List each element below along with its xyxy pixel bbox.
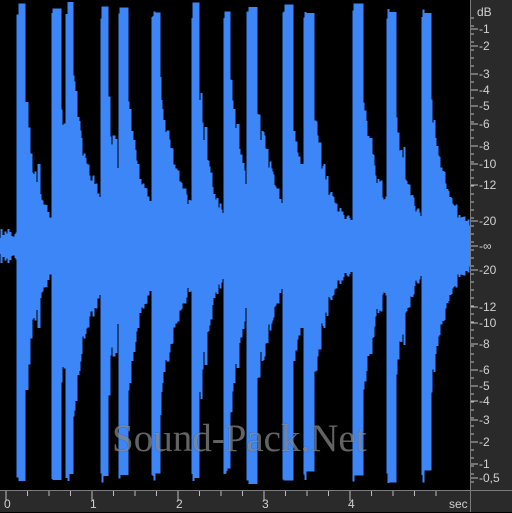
decay-spike: [28, 127, 31, 365]
db-tick-label: -8: [479, 337, 490, 351]
db-ruler: dB -1 -2 -3 -4 -5 -6 -8 -10 -12 -20 -∞ -20 -12 -10 -8 -6…: [470, 0, 512, 490]
time-tick-label: 4: [348, 497, 355, 511]
decay-spike: [293, 130, 296, 362]
decay-spike: [133, 145, 136, 347]
decay-spike: [430, 99, 433, 393]
decay-spike: [129, 136, 132, 356]
db-tick-label: -4: [479, 83, 490, 97]
db-tick-label: -2: [479, 39, 490, 53]
db-tick-label: -1: [479, 22, 490, 36]
db-tick-label: -3: [479, 67, 490, 81]
db-tick-label: -1: [479, 457, 490, 471]
decay-spike: [256, 113, 259, 379]
decay-spike: [168, 149, 171, 343]
db-unit-label: dB: [477, 5, 492, 19]
decay-spike: [311, 106, 315, 386]
db-tick-label: -5: [479, 99, 490, 113]
decay-spike: [231, 100, 234, 392]
db-tick-label: -6: [479, 117, 490, 131]
time-tick-label: 3: [262, 497, 269, 511]
time-tick-label: 0: [4, 497, 11, 511]
decay-spike: [123, 82, 126, 410]
db-tick-label: -4: [479, 394, 490, 408]
time-unit-label: sec: [449, 497, 468, 511]
decay-spike: [298, 156, 301, 336]
decay-spike: [403, 147, 406, 345]
decay-spike: [288, 93, 291, 399]
decay-spike: [135, 160, 138, 332]
decay-spike: [165, 137, 168, 355]
decay-spike: [172, 164, 176, 328]
decay-spike: [359, 111, 363, 381]
ruler-corner: [470, 490, 512, 512]
time-scale-svg: 0 1 2 3 4 sec: [4, 491, 468, 511]
decay-spike: [127, 101, 130, 391]
db-scale-svg: dB-1-2-3-4-5-6-8-10-12-20-∞-20-12-10-8-6…: [471, 5, 500, 485]
audio-waveform-editor: dB -1 -2 -3 -4 -5 -6 -8 -10 -12 -20 -∞ -20 -12 -10 -8 -6…: [0, 0, 512, 512]
db-tick-label: -20: [479, 214, 497, 228]
decay-spike: [300, 164, 304, 328]
decay-spike: [37, 164, 41, 328]
decay-spike: [439, 167, 443, 325]
db-tick-label: -∞: [479, 239, 492, 253]
time-ruler: 0 1 2 3 4 sec: [0, 490, 470, 512]
decay-spike: [78, 139, 81, 353]
time-tick-label: 2: [176, 497, 183, 511]
decay-spike: [60, 115, 63, 377]
decay-spike: [108, 96, 111, 396]
db-tick-label: -2: [479, 435, 490, 449]
decay-spike: [314, 121, 318, 371]
decay-spike: [25, 101, 29, 391]
decay-spike: [434, 160, 438, 332]
decay-spike: [369, 169, 372, 323]
decay-spike: [237, 149, 241, 343]
db-tick-label: -3: [479, 413, 490, 427]
db-tick-label: -12: [479, 178, 497, 192]
decay-spike: [364, 132, 368, 360]
decay-spike: [392, 71, 395, 421]
decay-spike: [243, 178, 246, 314]
decay-spike: [407, 184, 411, 308]
decay-spike: [159, 99, 163, 393]
decay-spike: [210, 172, 213, 320]
decay-spike: [156, 71, 160, 421]
decay-spike: [22, 74, 25, 418]
decay-spike: [200, 92, 203, 400]
decay-spike: [104, 87, 107, 405]
db-tick-label: -0,5: [479, 471, 500, 485]
decay-spike: [204, 153, 208, 339]
decay-spike: [196, 67, 200, 425]
time-tick-label: 1: [90, 497, 97, 511]
decay-spike: [70, 87, 73, 405]
db-tick-label: -10: [479, 157, 497, 171]
db-tick-label: -8: [479, 139, 490, 153]
decay-spike: [30, 155, 33, 337]
decay-spike: [84, 163, 88, 329]
decay-spike: [63, 124, 67, 368]
decay-spike: [308, 79, 312, 413]
decay-spike: [55, 79, 59, 413]
decay-spike: [263, 175, 266, 317]
db-tick-label: -6: [479, 363, 490, 377]
db-tick-label: -12: [479, 300, 497, 314]
decay-spike: [114, 138, 118, 354]
decay-spike: [319, 169, 322, 323]
decay-spike: [74, 90, 78, 402]
decay-spike: [251, 75, 255, 417]
decay-spike: [426, 69, 430, 423]
db-tick-label: -5: [479, 379, 490, 393]
db-tick-label: -10: [479, 316, 497, 330]
decay-spike: [397, 132, 400, 360]
waveform-svg[interactable]: [0, 0, 470, 490]
decay-spike: [394, 104, 397, 388]
decay-spike: [290, 97, 293, 395]
decay-spike: [227, 84, 231, 408]
waveform-canvas[interactable]: [0, 0, 470, 490]
db-tick-label: -20: [479, 263, 497, 277]
